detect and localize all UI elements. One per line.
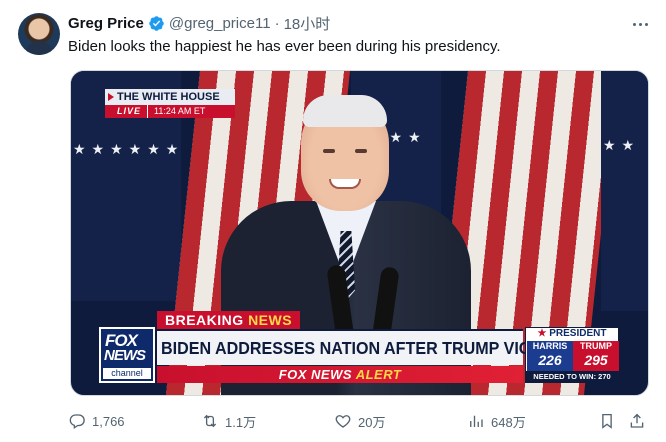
breaking-news-banner: BREAKING NEWS (157, 311, 301, 329)
more-icon[interactable] (628, 14, 652, 34)
tweet-media-image[interactable]: ★★★★★★ ★★★ ★★ THE WHITE HOUSE LIVE 11:24… (70, 70, 649, 396)
live-bug-title: THE WHITE HOUSE (105, 89, 235, 105)
speaker-hair (303, 95, 387, 127)
race-title: ★ PRESIDENT (526, 328, 618, 340)
live-bug-row: LIVE 11:24 AM ET (105, 105, 235, 118)
race-title-text: PRESIDENT (549, 328, 607, 339)
news-word: NEWS (248, 312, 293, 328)
like-button[interactable]: 20万 (334, 410, 385, 432)
bookmark-icon (602, 413, 612, 429)
share-icon (630, 413, 644, 428)
candidate-harris: HARRIS 226 (527, 341, 573, 371)
star-icon: ★ (537, 328, 547, 339)
alert-brand: FOX NEWS (278, 367, 353, 382)
like-count: 20万 (358, 414, 386, 430)
speaker-eye (355, 149, 367, 153)
election-results-box: ★ PRESIDENT HARRIS 226 TRUMP 295 NEEDED … (525, 327, 619, 383)
fox-news-logo: FOX NEWS channel (99, 327, 155, 383)
headline-text: BIDEN ADDRESSES NATION AFTER TRUMP VICTO… (161, 338, 575, 358)
live-time: 11:24 AM ET (147, 105, 235, 118)
like-icon (335, 415, 351, 428)
views-count: 648万 (491, 414, 526, 430)
repost-count: 1.1万 (225, 414, 257, 430)
live-label: LIVE (105, 105, 148, 118)
bookmark-button[interactable] (598, 410, 616, 432)
logo-line-2: NEWS (104, 347, 146, 364)
reply-count: 1,766 (92, 413, 125, 429)
candidate-trump: TRUMP 295 (573, 341, 619, 371)
reply-button[interactable]: 1,766 (68, 410, 125, 432)
speaker-mouth (329, 179, 361, 189)
views-button[interactable]: 648万 (467, 410, 526, 432)
candidate-votes: 226 (538, 352, 562, 368)
alert-word: ALERT (355, 367, 402, 382)
flag-canton-far-right (601, 71, 648, 311)
logo-line-3: channel (103, 368, 151, 379)
author-name[interactable]: Greg Price (68, 15, 144, 32)
flag-stars-far-right: ★★ (603, 137, 641, 153)
verified-badge-icon[interactable] (148, 15, 165, 32)
candidate-name: HARRIS (532, 341, 568, 351)
candidate-votes: 295 (584, 352, 608, 368)
tweet-header: Greg Price @greg_price11 · 18小时 (68, 13, 330, 33)
flag-stars-left: ★★★★★★ (73, 141, 185, 157)
candidate-name: TRUMP (580, 341, 612, 351)
separator-dot: · (274, 14, 280, 32)
tweet-text: Biden looks the happiest he has ever bee… (68, 38, 501, 55)
repost-icon (203, 414, 217, 428)
needed-to-win: NEEDED TO WIN: 270 (526, 371, 618, 382)
repost-button[interactable]: 1.1万 (201, 410, 256, 432)
tweet-timestamp[interactable]: 18小时 (284, 13, 331, 34)
tweet-actions: 1,766 1.1万 20万 648万 (68, 410, 654, 432)
reply-icon (69, 414, 85, 430)
views-icon (470, 415, 483, 427)
fox-news-alert-bar: FOX NEWS ALERT (157, 366, 523, 383)
breaking-word: BREAKING (165, 312, 244, 328)
avatar[interactable] (18, 13, 60, 55)
avatar-shirt (26, 41, 52, 55)
speaker-eye (323, 149, 335, 153)
share-button[interactable] (628, 410, 646, 432)
live-bug: THE WHITE HOUSE LIVE 11:24 AM ET (105, 89, 235, 118)
author-handle[interactable]: @greg_price11 (169, 15, 271, 32)
